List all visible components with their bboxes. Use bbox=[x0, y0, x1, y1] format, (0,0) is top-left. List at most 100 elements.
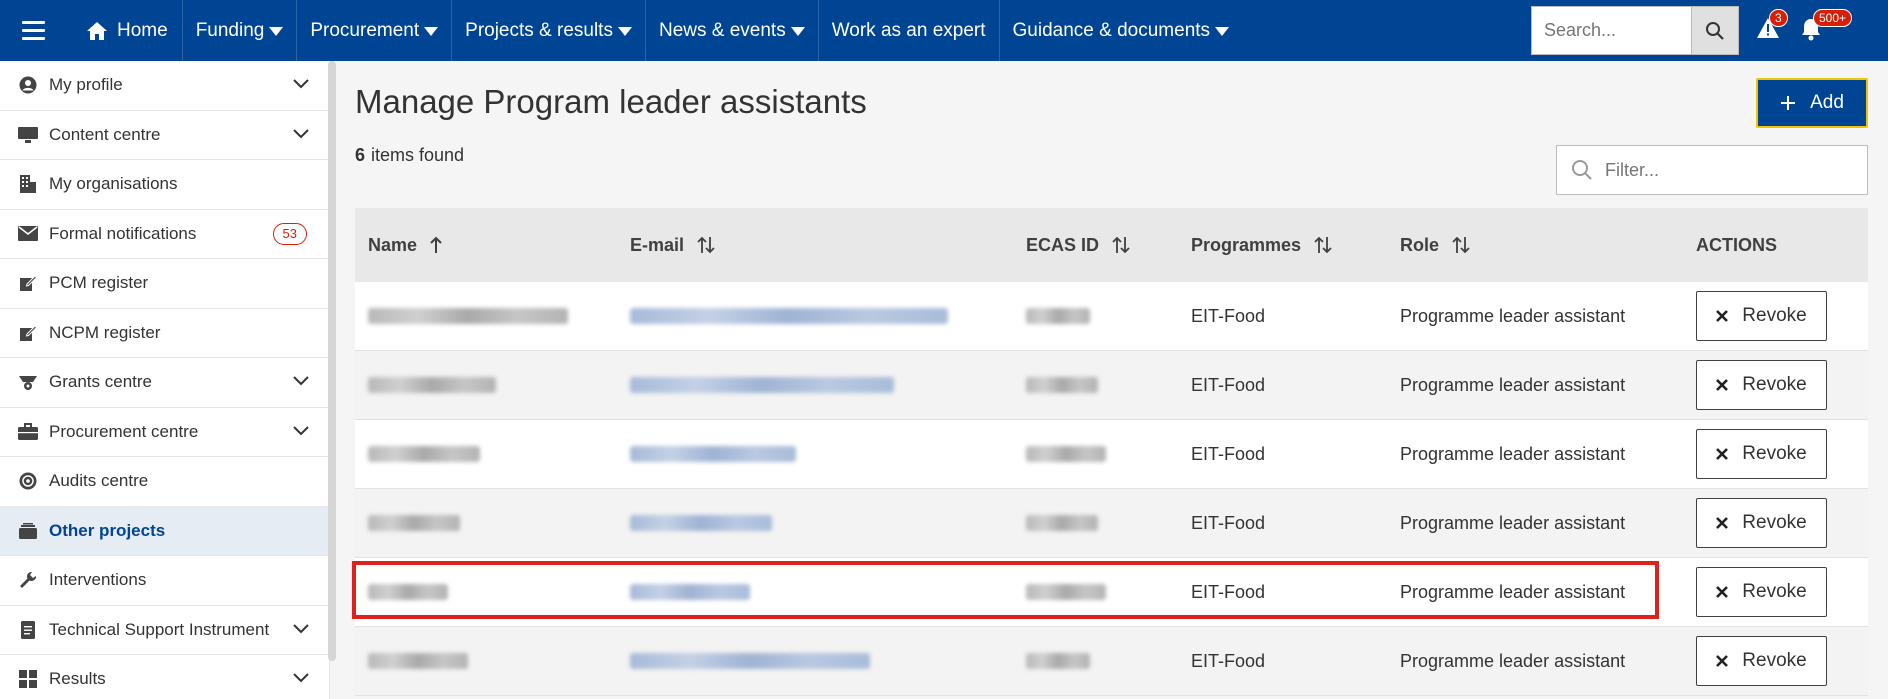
role-cell: Programme leader assistant bbox=[1400, 650, 1626, 671]
column-header-name[interactable]: Name bbox=[368, 235, 443, 256]
nav-funding[interactable]: Funding bbox=[183, 0, 298, 61]
filter-input[interactable] bbox=[1605, 159, 1845, 181]
nav-home[interactable]: Home bbox=[66, 0, 183, 61]
column-header-actions: ACTIONS bbox=[1696, 235, 1777, 256]
chevron-down-icon[interactable] bbox=[293, 79, 309, 89]
programme-cell: EIT-Food bbox=[1191, 374, 1266, 395]
revoke-button[interactable]: Revoke bbox=[1696, 429, 1827, 479]
nav-work-as-expert[interactable]: Work as an expert bbox=[819, 0, 1000, 61]
role-cell: Programme leader assistant bbox=[1400, 581, 1626, 602]
redacted-ecas-id bbox=[1026, 653, 1090, 669]
sidebar-scrollbar[interactable] bbox=[328, 61, 336, 661]
table-header: Name E-mail ECAS ID Programmes Role ACTI… bbox=[355, 208, 1868, 282]
sidebar-item-other-projects[interactable]: Other projects bbox=[0, 506, 329, 556]
revoke-button[interactable]: Revoke bbox=[1696, 567, 1827, 617]
role-cell: Programme leader assistant bbox=[1400, 512, 1626, 533]
sidebar-item-procurement-centre[interactable]: Procurement centre bbox=[0, 408, 329, 457]
sidebar: My profile Content centre My organisatio… bbox=[0, 61, 330, 699]
sidebar-item-technical-support-instrument[interactable]: Technical Support Instrument bbox=[0, 606, 329, 655]
chevron-down-icon[interactable] bbox=[293, 673, 309, 683]
close-icon bbox=[1716, 379, 1729, 391]
sidebar-item-grants-centre[interactable]: Grants centre bbox=[0, 358, 329, 408]
programme-cell: EIT-Food bbox=[1191, 443, 1266, 464]
chevron-down-icon[interactable] bbox=[293, 425, 309, 436]
notifications-button[interactable]: 500+ bbox=[1800, 9, 1853, 46]
filter-field bbox=[1556, 145, 1868, 195]
redacted-email[interactable] bbox=[630, 584, 750, 600]
alerts-button[interactable]: 3 bbox=[1756, 9, 1788, 44]
add-button-label: Add bbox=[1810, 92, 1844, 113]
nav-projects-results[interactable]: Projects & results bbox=[452, 0, 646, 61]
revoke-button[interactable]: Revoke bbox=[1696, 360, 1827, 410]
sidebar-item-label: Content centre bbox=[49, 124, 161, 144]
edit-icon bbox=[18, 273, 38, 293]
caret-down-icon bbox=[424, 27, 439, 36]
close-icon bbox=[1716, 586, 1729, 598]
sidebar-item-content-centre[interactable]: Content centre bbox=[0, 111, 329, 160]
role-cell: Programme leader assistant bbox=[1400, 305, 1626, 326]
column-header-email[interactable]: E-mail bbox=[630, 235, 716, 256]
table-row-highlighted: EIT-Food Programme leader assistant Revo… bbox=[355, 558, 1868, 627]
sidebar-item-ncpm-register[interactable]: NCPM register bbox=[0, 309, 329, 358]
search-button[interactable] bbox=[1691, 6, 1739, 55]
sidebar-item-interventions[interactable]: Interventions bbox=[0, 556, 329, 606]
redacted-email[interactable] bbox=[630, 377, 894, 393]
revoke-button[interactable]: Revoke bbox=[1696, 498, 1827, 548]
assistants-table: Name E-mail ECAS ID Programmes Role ACTI… bbox=[355, 208, 1868, 696]
revoke-button[interactable]: Revoke bbox=[1696, 636, 1827, 686]
revoke-button-label: Revoke bbox=[1742, 443, 1807, 464]
revoke-button-label: Revoke bbox=[1742, 650, 1807, 671]
sidebar-item-results[interactable]: Results bbox=[0, 655, 329, 699]
chevron-down-icon[interactable] bbox=[293, 623, 309, 634]
sidebar-item-label: Interventions bbox=[49, 570, 147, 590]
nav-guidance-documents[interactable]: Guidance & documents bbox=[1000, 0, 1243, 61]
sidebar-item-my-profile[interactable]: My profile bbox=[0, 61, 329, 111]
sidebar-item-formal-notifications[interactable]: Formal notifications 53 bbox=[0, 210, 329, 259]
close-icon bbox=[1716, 448, 1729, 460]
notification-count-badge: 53 bbox=[272, 222, 307, 245]
role-cell: Programme leader assistant bbox=[1400, 443, 1626, 464]
column-header-programmes[interactable]: Programmes bbox=[1191, 235, 1333, 256]
user-circle-icon bbox=[18, 75, 38, 95]
sort-icon bbox=[697, 236, 715, 254]
chevron-down-icon[interactable] bbox=[293, 128, 309, 139]
programme-cell: EIT-Food bbox=[1191, 650, 1266, 671]
sidebar-item-pcm-register[interactable]: PCM register bbox=[0, 259, 329, 309]
top-navigation-bar: Home Funding Procurement Projects & resu… bbox=[0, 0, 1888, 61]
sidebar-item-label: My profile bbox=[49, 75, 123, 95]
programme-cell: EIT-Food bbox=[1191, 512, 1266, 533]
search-box bbox=[1531, 6, 1739, 55]
programme-cell: EIT-Food bbox=[1191, 305, 1266, 326]
revoke-button[interactable]: Revoke bbox=[1696, 291, 1827, 341]
column-header-role[interactable]: Role bbox=[1400, 235, 1471, 256]
nav-news-events[interactable]: News & events bbox=[646, 0, 819, 61]
search-icon bbox=[1706, 21, 1724, 40]
nav-procurement[interactable]: Procurement bbox=[297, 0, 453, 61]
redacted-email[interactable] bbox=[630, 515, 772, 531]
close-icon bbox=[1716, 655, 1729, 667]
stack-icon bbox=[18, 521, 38, 541]
nav-procurement-label: Procurement bbox=[310, 19, 420, 41]
sidebar-item-label: Grants centre bbox=[49, 372, 152, 392]
sort-icon bbox=[1112, 236, 1130, 254]
redacted-email[interactable] bbox=[630, 446, 796, 462]
nav-news-label: News & events bbox=[658, 19, 786, 41]
table-row: EIT-Food Programme leader assistant Revo… bbox=[355, 489, 1868, 558]
sidebar-item-audits-centre[interactable]: Audits centre bbox=[0, 457, 329, 507]
search-input[interactable] bbox=[1531, 6, 1691, 55]
table-row: EIT-Food Programme leader assistant Revo… bbox=[355, 351, 1868, 420]
programme-cell: EIT-Food bbox=[1191, 581, 1266, 602]
redacted-email[interactable] bbox=[630, 653, 870, 669]
role-cell: Programme leader assistant bbox=[1400, 374, 1626, 395]
caret-down-icon bbox=[269, 27, 284, 36]
column-header-ecas-id[interactable]: ECAS ID bbox=[1026, 235, 1131, 256]
redacted-ecas-id bbox=[1026, 584, 1106, 600]
redacted-email[interactable] bbox=[630, 308, 948, 324]
plus-icon bbox=[1781, 96, 1796, 110]
sidebar-item-my-organisations[interactable]: My organisations bbox=[0, 160, 329, 210]
grants-icon bbox=[18, 372, 38, 392]
add-button[interactable]: Add bbox=[1756, 78, 1868, 128]
chevron-down-icon[interactable] bbox=[293, 376, 309, 386]
sidebar-item-label: My organisations bbox=[49, 174, 178, 194]
menu-icon[interactable] bbox=[0, 0, 66, 61]
